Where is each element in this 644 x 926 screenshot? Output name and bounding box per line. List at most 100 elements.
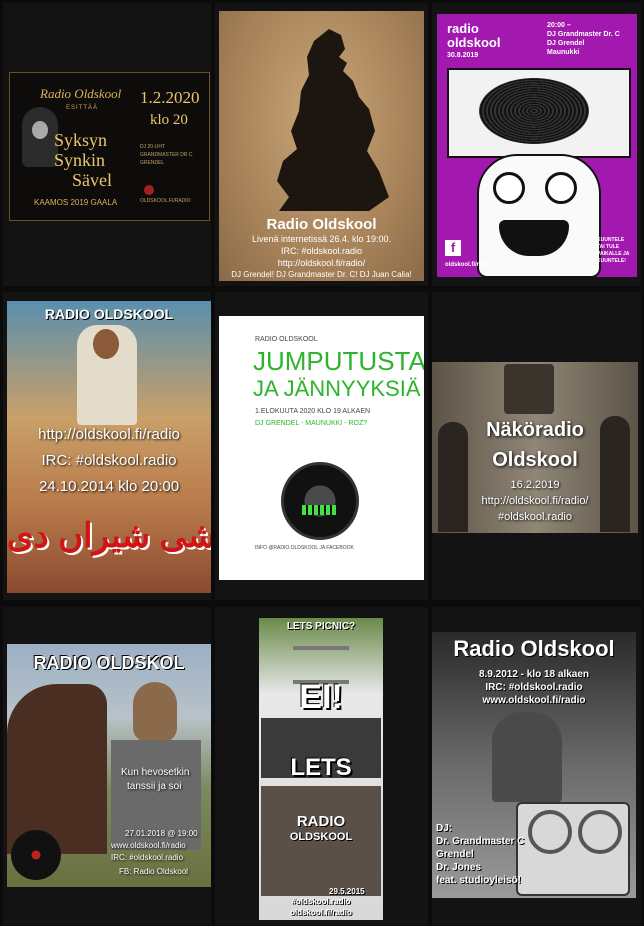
poster-line-2: www.oldskool.fi/radio: [111, 841, 186, 850]
poster-reel-to-reel[interactable]: Radio Oldskool 8.9.2012 - klo 18 alkaen …: [432, 632, 636, 898]
poster-djs: DJ GRENDEL - MAUNUKKI - ROZ?: [255, 420, 368, 427]
reel-icon: [578, 810, 622, 854]
poster-title: RADIO OLDSKOOL: [44, 306, 174, 322]
poster-line-4: FB: Radio Oldskool: [119, 867, 188, 876]
man-figure: [492, 712, 562, 802]
poster-line-2: IRC: #oldskool.radio: [485, 682, 583, 693]
poster-text-1: Kun hevosetkin: [121, 767, 190, 778]
poster-note-4: KUUNTELE!: [597, 258, 626, 264]
poster-date: 16.2.2019: [510, 479, 560, 491]
horse-figure: [7, 684, 107, 854]
poster-godzilla[interactable]: Radio Oldskool Livenä internetissä 26.4.…: [219, 11, 424, 281]
poster-title-2: oldskool: [447, 35, 501, 50]
poster-line-1: 27.01.2018 @ 19:00: [125, 829, 198, 838]
record-player-drawing: [447, 68, 631, 158]
poster-title: Radio Oldskool: [453, 636, 615, 661]
poster-right-2: DJ Grandmaster Dr. C: [547, 31, 620, 38]
logo-icon: [144, 185, 154, 195]
poster-date: 1.2.2020: [140, 88, 200, 107]
poster-title-2: Oldskool: [492, 449, 578, 471]
poster-big-3: Sävel: [72, 170, 112, 190]
poster-line-3: http://oldskool.fi/radio/: [277, 258, 366, 268]
godzilla-silhouette: [277, 29, 389, 211]
poster-right-1: 20:00 –: [547, 22, 571, 29]
poster-date: 1.ELOKUUTA 2020 KLO 19 ALKAEN: [255, 408, 371, 415]
monster-mouth: [302, 505, 338, 515]
poster-ei: EI!: [299, 678, 343, 716]
grid-cell-5: RADIO OLDSKOOL JUMPUTUSTA JA JÄNNYYKSIÄ …: [215, 292, 428, 600]
poster-time: klo 20: [150, 112, 188, 128]
poster-line-1: 8.9.2012 - klo 18 alkaen: [478, 669, 590, 680]
eye-icon: [545, 172, 577, 204]
poster-title-1: Näköradio: [486, 419, 584, 441]
poster-purple-vinyl[interactable]: radio oldskool 30.8.2019 20:00 – DJ Gran…: [437, 14, 637, 277]
reel-icon: [528, 810, 572, 854]
reaper-skull: [32, 121, 48, 139]
vinyl-record-icon: [479, 78, 589, 144]
poster-presents: ESITTÄÄ: [66, 105, 99, 111]
poster-syksyn-synkin-savel[interactable]: Radio Oldskool ESITTÄÄ Syksyn Synkin Säv…: [9, 72, 210, 221]
poster-big-2: JA JÄNNYYKSIÄ: [253, 376, 421, 401]
poster-dj-5: feat. studioyleisö!: [436, 875, 522, 886]
poster-oldskool: OLDSKOOL: [289, 831, 353, 843]
reel-machine: [516, 802, 630, 896]
poster-big-1: JUMPUTUSTA: [253, 346, 424, 376]
poster-line-1: Livenä internetissä 26.4. klo 19:00.: [251, 234, 392, 244]
poster-date: 29.5.2015: [329, 887, 365, 896]
poster-big-1: Syksyn: [54, 130, 108, 150]
poster-note-2: TAI TULE: [597, 244, 620, 250]
poster-top: RADIO OLDSKOOL: [255, 336, 318, 343]
poster-nakoradio[interactable]: Näköradio Oldskool 16.2.2019 http://olds…: [432, 362, 638, 533]
poster-right-3: DJ Grendel: [547, 40, 585, 47]
poster-irc: #oldskool.radio: [291, 897, 351, 906]
grid-cell-1: Radio Oldskool ESITTÄÄ Syksyn Synkin Säv…: [3, 3, 211, 286]
poster-dj-2: Dr. Grandmaster C: [436, 836, 525, 847]
grid-cell-6: Näköradio Oldskool 16.2.2019 http://olds…: [432, 292, 641, 600]
facebook-icon: f: [445, 240, 461, 256]
poster-note-1: KUUNTELE: [597, 237, 625, 243]
poster-radio: RADIO: [296, 813, 346, 830]
grid-cell-7: RADIO OLDSKOL Kun hevosetkin tanssii ja …: [3, 607, 211, 925]
vinyl-record-icon: [11, 830, 61, 880]
poster-event: KAAMOS 2019 GAALA: [34, 198, 118, 207]
grid-cell-3: radio oldskool 30.8.2019 20:00 – DJ Gran…: [432, 3, 641, 286]
poster-title: Radio Oldskool: [266, 216, 377, 233]
face-drawing: [477, 154, 601, 277]
poster-line-2: #oldskool.radio: [498, 511, 572, 523]
poster-big-2: Synkin: [54, 150, 106, 170]
poster-bollywood[interactable]: RADIO OLDSKOOL http://oldskool.fi/radio …: [7, 301, 211, 593]
poster-line-2: IRC: #oldskool.radio: [280, 246, 363, 256]
tv-set: [504, 364, 554, 414]
poster-footer: OLDSKOOL.FI/RADIO: [140, 198, 191, 204]
poster-line-3: www.oldskool.fi/radio: [482, 695, 586, 706]
poster-note-3: PAIKALLE JA: [597, 251, 630, 257]
eye-icon: [493, 172, 525, 204]
poster-info: INFO @RADIO.OLDSKOOL JA FACEBOOK: [255, 545, 354, 551]
poster-line-3: 24.10.2014 klo 20:00: [38, 478, 180, 495]
poster-lets: LETS: [290, 754, 352, 781]
poster-line-2: IRC: #oldskool.radio: [41, 452, 177, 469]
poster-jumputusta[interactable]: RADIO OLDSKOOL JUMPUTUSTA JA JÄNNYYKSIÄ …: [219, 316, 424, 580]
speaker-monster-icon: [281, 462, 359, 540]
poster-picnic[interactable]: LETS PICNIC? EI! LETS RADIO OLDSKOOL 29.…: [259, 618, 383, 920]
poster-text-2: tanssii ja soi: [127, 781, 182, 792]
poster-small-3: GRENDEL: [140, 160, 165, 166]
poster-dj-4: Dr. Jones: [436, 862, 482, 873]
grid-cell-9: Radio Oldskool 8.9.2012 - klo 18 alkaen …: [432, 607, 641, 925]
poster-url: oldskool.fi/radio: [290, 908, 352, 917]
poster-line-1: http://oldskool.fi/radio/: [481, 495, 589, 507]
poster-hevonen[interactable]: RADIO OLDSKOL Kun hevosetkin tanssii ja …: [7, 644, 211, 887]
poster-title-1: radio: [447, 21, 479, 36]
poster-date: 30.8.2019: [447, 52, 479, 59]
poster-small-2: GRANDMASTER DR C: [140, 152, 193, 158]
poster-right-4: Maunukki: [547, 49, 580, 56]
man-face: [93, 329, 119, 359]
grid-cell-2: Radio Oldskool Livenä internetissä 26.4.…: [215, 3, 428, 286]
poster-line-4: DJ Grendel! DJ Grandmaster Dr. C! DJ Jua…: [231, 270, 412, 279]
horse-mask-figure: [133, 682, 177, 742]
poster-title: RADIO OLDSKOL: [33, 653, 185, 673]
poster-dj-1: DJ:: [436, 823, 453, 834]
poster-top: LETS PICNIC?: [286, 621, 356, 632]
poster-small-1: DJ 20-UHT: [140, 144, 166, 150]
poster-title: Radio Oldskool: [40, 86, 122, 101]
